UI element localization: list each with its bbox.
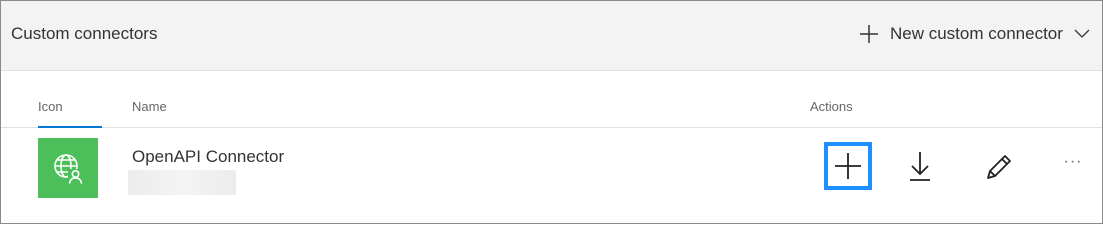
chevron-down-icon[interactable]: [1074, 29, 1090, 39]
edit-action-button[interactable]: [974, 142, 1022, 190]
custom-connectors-panel: Custom connectors New custom connector I…: [0, 0, 1103, 224]
column-sort-indicator: [38, 126, 102, 128]
download-icon: [910, 152, 930, 181]
connector-icon: [38, 138, 98, 198]
panel-header: Custom connectors New custom connector: [1, 1, 1102, 71]
connector-description-redacted: [128, 170, 236, 195]
plus-icon: [860, 25, 878, 43]
globe-person-icon: [54, 154, 83, 184]
add-icon: [835, 153, 861, 179]
new-custom-connector-button[interactable]: New custom connector: [859, 21, 1090, 47]
page-title: Custom connectors: [11, 24, 158, 43]
column-header-actions: Actions: [810, 99, 853, 114]
connector-name[interactable]: OpenAPI Connector: [132, 147, 284, 167]
download-action-button[interactable]: [896, 142, 944, 190]
more-icon[interactable]: ···: [1059, 153, 1087, 177]
add-action-button[interactable]: [824, 142, 872, 190]
new-custom-connector-label: New custom connector: [890, 24, 1063, 43]
header-divider: [1, 127, 1102, 128]
edit-icon: [987, 155, 1011, 179]
column-header-icon[interactable]: Icon: [38, 99, 63, 114]
column-header-name[interactable]: Name: [132, 99, 167, 114]
